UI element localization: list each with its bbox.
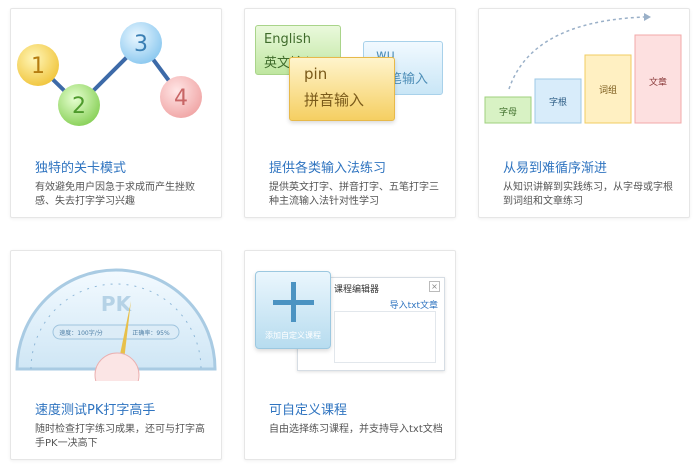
feature-card-levels: 1 2 3 4 独特的关卡模式 有效避免用户因急于求成而产生挫败感、失去打字学习…: [10, 8, 222, 218]
feature-card-input-methods: English 英文输入 wu 五笔输入 pin 拼音输入 提供各类输入法练习 …: [244, 8, 456, 218]
card-title: 从易到难循序渐进: [503, 161, 608, 176]
speed-readout: 速度：100字/分: [59, 329, 102, 337]
feature-card-progression: 字母 字根 词组 文章 从易到难循序渐进 从知识讲解到实践练习，从字母或字根到词…: [478, 8, 690, 218]
add-course-button[interactable]: 添加自定义课程: [255, 271, 331, 349]
svg-text:字根: 字根: [549, 96, 567, 108]
card-description: 自由选择练习课程，并支持导入txt文档: [269, 424, 443, 435]
pinyin-box: pin 拼音输入: [289, 57, 395, 121]
card-title: 可自定义课程: [269, 403, 348, 418]
editor-text-area[interactable]: [334, 311, 436, 363]
card-description: 有效避免用户因急于求成而产生挫败感、失去打字学习兴趣: [35, 182, 195, 207]
card-title: 速度测试PK打字高手: [35, 403, 156, 418]
card-title: 独特的关卡模式: [35, 161, 127, 176]
progression-illustration: 字母 字根 词组 文章: [484, 13, 682, 124]
node-label-4: 4: [174, 86, 188, 111]
svg-text:文章: 文章: [649, 76, 667, 88]
input-methods-illustration: English 英文输入 wu 五笔输入 pin 拼音输入: [245, 9, 455, 139]
svg-text:字母: 字母: [499, 106, 517, 118]
feature-card-speed-test: PK 速度：100字/分 正确率：95% 速度测试PK打字高手 随时检查打字练习…: [10, 250, 222, 460]
custom-course-illustration: 课程编辑器 × 导入txt文章 添加自定义课程: [245, 251, 455, 381]
speed-gauge-illustration: PK 速度：100字/分 正确率：95%: [15, 268, 217, 381]
svg-text:词组: 词组: [599, 84, 617, 96]
feature-card-custom-course: 课程编辑器 × 导入txt文章 添加自定义课程 可自定义课程 自由选择练习课程，…: [244, 250, 456, 460]
editor-title: 课程编辑器: [334, 285, 380, 295]
card-description: 提供英文打字、拼音打字、五笔打字三种主流输入法针对性学习: [269, 182, 439, 207]
card-description: 随时检查打字练习成果，还可与打字高手PK一决高下: [35, 424, 205, 449]
node-label-1: 1: [31, 54, 45, 79]
add-course-label: 添加自定义课程: [265, 331, 321, 340]
node-label-3: 3: [134, 32, 148, 57]
import-txt-link[interactable]: 导入txt文章: [390, 298, 438, 311]
card-description: 从知识讲解到实践练习，从字母或字根到词组和文章练习: [503, 182, 673, 207]
level-nodes-illustration: 1 2 3 4: [17, 22, 202, 126]
node-label-2: 2: [72, 94, 86, 119]
accuracy-readout: 正确率：95%: [132, 329, 170, 337]
card-title: 提供各类输入法练习: [269, 161, 387, 176]
gauge-label: PK: [101, 292, 133, 316]
close-icon[interactable]: ×: [429, 281, 440, 292]
